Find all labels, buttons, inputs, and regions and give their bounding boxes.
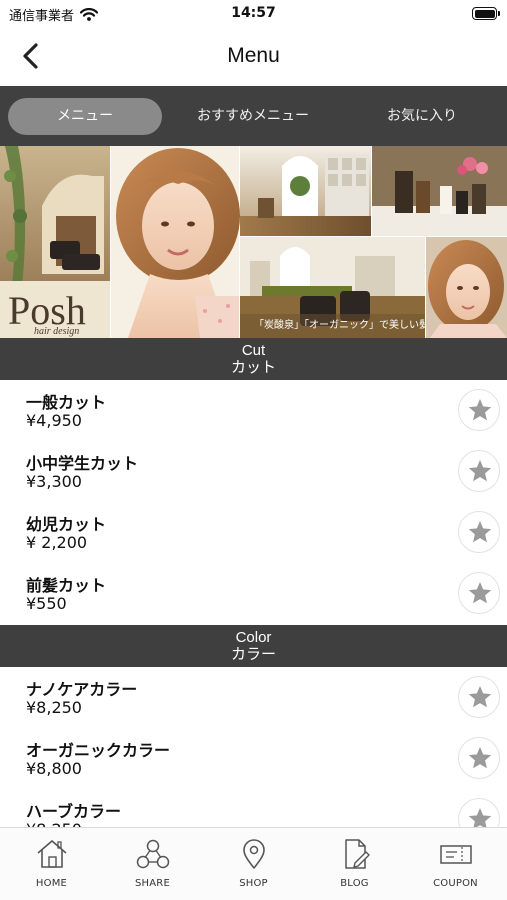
menu-item-price: ¥ 2,200 xyxy=(26,533,88,552)
star-icon xyxy=(468,746,492,769)
section-header-cut: Cut カット xyxy=(0,338,507,380)
tab-menu[interactable]: メニュー xyxy=(8,98,162,135)
bottom-nav-coupon[interactable]: COUPON xyxy=(405,838,506,889)
banner-logo-sub: hair design xyxy=(34,326,79,337)
section-title-ja: カラー xyxy=(230,646,276,663)
section-title-en: Cut xyxy=(241,342,266,359)
section-title-en: Color xyxy=(235,629,272,646)
menu-item[interactable]: オーガニックカラー ¥8,800 xyxy=(0,728,507,789)
star-icon xyxy=(468,581,492,604)
tab-bar: メニュー おすすめメニュー お気に入り xyxy=(0,86,507,146)
location-pin-icon xyxy=(242,839,265,869)
menu-item[interactable]: 前髪カット ¥550 xyxy=(0,563,507,624)
tab-favorites[interactable]: お気に入り xyxy=(345,98,499,135)
star-icon xyxy=(468,685,492,708)
menu-item-price: ¥3,300 xyxy=(26,472,82,491)
menu-item-name: 幼児カット xyxy=(26,515,107,534)
menu-item-name: ナノケアカラー xyxy=(26,680,138,699)
banner-caption: 「炭酸泉」「オーガニック」で美しい髪へ xyxy=(254,318,439,331)
battery-icon xyxy=(472,7,500,20)
menu-item-price: ¥8,800 xyxy=(26,759,82,778)
menu-item-price: ¥4,950 xyxy=(26,411,82,430)
status-time: 14:57 xyxy=(231,5,276,21)
section-header-color: Color カラー xyxy=(0,625,507,667)
star-icon xyxy=(468,398,492,421)
menu-item[interactable]: 一般カット ¥4,950 xyxy=(0,380,507,441)
share-icon xyxy=(136,839,169,869)
menu-item[interactable]: ナノケアカラー ¥8,250 xyxy=(0,667,507,728)
nav-bar: Menu xyxy=(0,30,507,86)
menu-item-name: 小中学生カット xyxy=(26,454,139,473)
menu-item-price: ¥8,250 xyxy=(26,698,82,717)
blog-icon xyxy=(344,839,370,869)
bottom-nav-blog[interactable]: BLOG xyxy=(304,838,405,889)
favorite-button[interactable] xyxy=(458,572,500,614)
favorite-button[interactable] xyxy=(458,511,500,553)
menu-item-name: 前髪カット xyxy=(26,576,107,595)
bottom-nav-label: COUPON xyxy=(433,878,478,889)
bottom-nav-label: SHOP xyxy=(239,878,268,889)
favorite-button[interactable] xyxy=(458,389,500,431)
menu-item-name: オーガニックカラー xyxy=(26,741,171,760)
favorite-button[interactable] xyxy=(458,450,500,492)
bottom-nav-home[interactable]: HOME xyxy=(1,838,102,889)
star-icon xyxy=(468,520,492,543)
salon-banner-image: Posh hair design 「炭酸泉」「オーガニック」で美しい髪へ xyxy=(0,146,507,338)
menu-item-name: ハーブカラー xyxy=(26,802,122,821)
status-bar: 通信事業者 14:57 xyxy=(0,0,507,30)
coupon-icon xyxy=(439,845,472,864)
tab-recommended-menu[interactable]: おすすめメニュー xyxy=(176,98,330,135)
home-icon xyxy=(36,840,67,868)
bottom-nav-label: BLOG xyxy=(340,878,369,889)
menu-item[interactable]: 小中学生カット ¥3,300 xyxy=(0,441,507,502)
star-icon xyxy=(468,459,492,482)
bottom-tab-bar: HOME SHARE SHOP BLOG COUPON xyxy=(0,827,507,900)
menu-item-name: 一般カット xyxy=(26,393,107,412)
menu-item-price: ¥550 xyxy=(26,594,67,613)
menu-item[interactable]: 幼児カット ¥ 2,200 xyxy=(0,502,507,563)
bottom-nav-shop[interactable]: SHOP xyxy=(203,838,304,889)
section-title-ja: カット xyxy=(230,359,276,376)
bottom-nav-label: HOME xyxy=(35,878,68,889)
page-title: Menu xyxy=(227,44,280,67)
bottom-nav-share[interactable]: SHARE xyxy=(102,838,203,889)
favorite-button[interactable] xyxy=(458,737,500,779)
favorite-button[interactable] xyxy=(458,676,500,718)
bottom-nav-label: SHARE xyxy=(135,878,170,889)
